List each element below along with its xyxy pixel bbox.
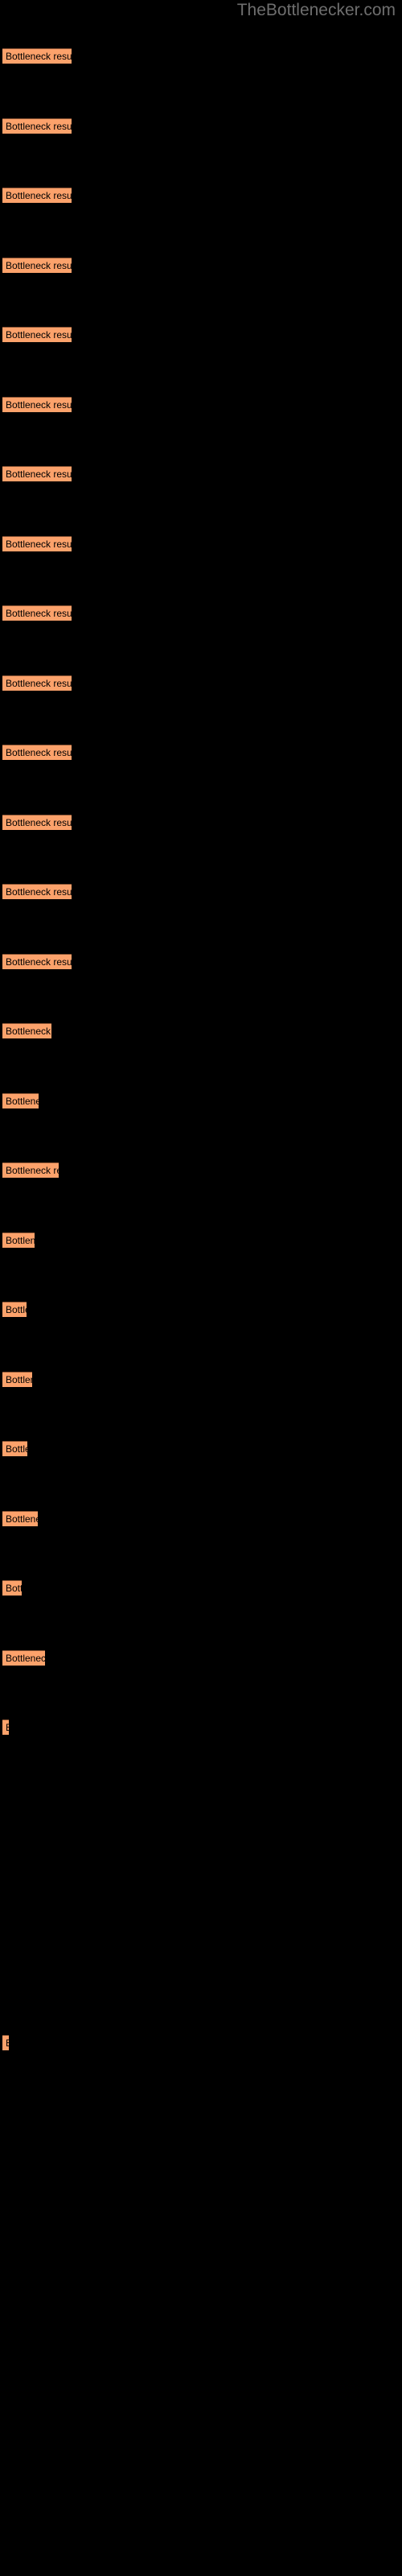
bar[interactable]: Bottleneck result [2, 605, 72, 621]
bar-row: Bottleneck result [0, 258, 402, 274]
bar-row: Bottleneck result [0, 1093, 402, 1109]
bar-label: Bottleneck result [6, 1374, 32, 1385]
bar-row: Bottleneck result [0, 954, 402, 970]
bar-row: Bottleneck result [0, 1580, 402, 1596]
bar-row: Bottleneck result [0, 1441, 402, 1457]
bar[interactable]: Bottleneck result [2, 884, 72, 899]
bar-label: Bottleneck result [6, 747, 72, 758]
bar-label: Bottleneck result [6, 1304, 27, 1315]
bar[interactable]: Bottleneck result [2, 48, 72, 64]
bar[interactable]: Bottleneck result [2, 1650, 45, 1666]
bar[interactable]: Bottleneck result [2, 188, 72, 203]
bar[interactable]: Bottleneck result [2, 745, 72, 760]
bar-row: Bottleneck result [0, 745, 402, 761]
bar-row: Bottleneck result [0, 1302, 402, 1318]
bar-label: Bottleneck result [6, 190, 72, 201]
bar-row: Bottleneck result [0, 1232, 402, 1249]
bar[interactable]: Bottleneck result [2, 327, 72, 342]
bar-row: Bottleneck result [0, 605, 402, 621]
bar-row: Bottleneck result [0, 466, 402, 482]
bar-row: Bottleneck result [0, 2035, 402, 2051]
bar-row: Bottleneck result [0, 815, 402, 831]
bar[interactable]: Bottleneck result [2, 1232, 35, 1248]
bar-row: Bottleneck result [0, 1511, 402, 1527]
bar[interactable]: Bottleneck result [2, 466, 72, 481]
bar-row: Bottleneck result [0, 118, 402, 134]
bar-label: Bottleneck result [6, 329, 72, 341]
bar-label: Bottleneck result [6, 2037, 9, 2050]
bar-label: Bottleneck result [6, 1443, 27, 1455]
bar-label: Bottleneck result [6, 1513, 38, 1525]
bar-row: Bottleneck result [0, 48, 402, 64]
bar[interactable]: Bottleneck result [2, 1023, 51, 1038]
bar[interactable]: Bottleneck result [2, 1372, 32, 1387]
bar-label: Bottleneck result [6, 51, 72, 62]
bar[interactable]: Bottleneck result [2, 1511, 38, 1526]
bar-row: Bottleneck result [0, 327, 402, 343]
site-watermark: TheBottlenecker.com [236, 1, 396, 19]
bar-row: Bottleneck result [0, 397, 402, 413]
bar-row: Bottleneck result [0, 884, 402, 900]
bar-label: Bottleneck result [6, 260, 72, 271]
bar-label: Bottleneck result [6, 399, 72, 411]
bar-label: Bottleneck result [6, 1165, 59, 1176]
bar-label: Bottleneck result [6, 1583, 22, 1594]
bar[interactable]: Bottleneck result [2, 118, 72, 134]
bar[interactable]: Bottleneck result [2, 2035, 9, 2050]
bar[interactable]: Bottleneck result [2, 1441, 27, 1456]
bar-label: Bottleneck result [6, 817, 72, 828]
bar-label: Bottleneck result [6, 678, 72, 689]
bar-row: Bottleneck result [0, 536, 402, 552]
bar-row: Bottleneck result [0, 188, 402, 204]
bar-row: Bottleneck result [0, 1719, 402, 1736]
bar-row: Bottleneck result [0, 1023, 402, 1039]
bar[interactable]: Bottleneck result [2, 397, 72, 412]
bar[interactable]: Bottleneck result [2, 954, 72, 969]
bar-label: Bottleneck result [6, 1722, 9, 1734]
bar[interactable]: Bottleneck result [2, 1162, 59, 1178]
bar-row: Bottleneck result [0, 1372, 402, 1388]
bar[interactable]: Bottleneck result [2, 815, 72, 830]
bottleneck-chart: TheBottlenecker.com Bottleneck result Bot… [0, 0, 402, 2576]
bar-label: Bottleneck result [6, 1026, 51, 1037]
bar-row: Bottleneck result [0, 1650, 402, 1666]
bar[interactable]: Bottleneck result [2, 1093, 39, 1108]
bar-row: Bottleneck result [0, 1162, 402, 1179]
bar-label: Bottleneck result [6, 956, 72, 968]
bar[interactable]: Bottleneck result [2, 1719, 9, 1735]
bar[interactable]: Bottleneck result [2, 258, 72, 273]
bar-label: Bottleneck result [6, 1653, 45, 1664]
bar[interactable]: Bottleneck result [2, 1302, 27, 1317]
bar-label: Bottleneck result [6, 469, 72, 480]
bar-label: Bottleneck result [6, 886, 72, 898]
bar-label: Bottleneck result [6, 1096, 39, 1107]
bar-row: Bottleneck result [0, 675, 402, 691]
bar-label: Bottleneck result [6, 539, 72, 550]
bar[interactable]: Bottleneck result [2, 1580, 22, 1596]
bar[interactable]: Bottleneck result [2, 675, 72, 691]
bar-label: Bottleneck result [6, 1235, 35, 1246]
bar[interactable]: Bottleneck result [2, 536, 72, 551]
bar-label: Bottleneck result [6, 121, 72, 132]
bar-label: Bottleneck result [6, 608, 72, 619]
